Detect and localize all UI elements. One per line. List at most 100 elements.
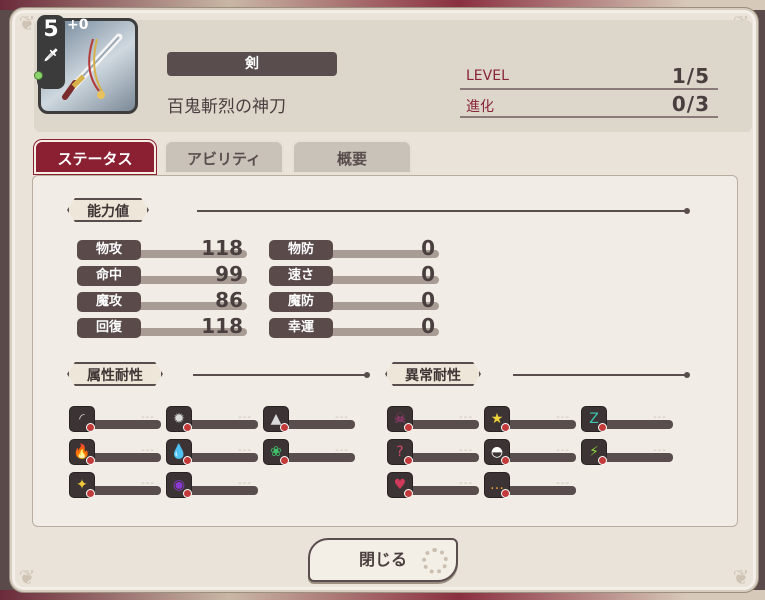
resist-mark: [598, 456, 607, 465]
resist-value: ---: [459, 445, 473, 456]
stat-row: 魔防 0: [269, 288, 439, 312]
resist-item: ❀ ---: [263, 439, 355, 467]
level-label: LEVEL: [466, 68, 509, 84]
weapon-detail-dialog: ❦ ❦ ❦ ❦ 5 🗡 +0 剣 百鬼斬烈の神刀 LEVEL 1/5 進化 0/…: [10, 8, 758, 592]
resist-mark: [501, 489, 510, 498]
section-divider: [193, 372, 370, 378]
level-value: 1/5: [671, 64, 710, 88]
stat-value: 86: [215, 288, 243, 312]
resist-mark: [183, 489, 192, 498]
stat-value: 0: [421, 314, 435, 338]
resist-mark: [86, 489, 95, 498]
sword-type-icon: 🗡: [43, 48, 59, 62]
stat-value: 118: [201, 236, 243, 260]
resist-value: ---: [238, 445, 252, 456]
resist-item: … ---: [484, 472, 576, 500]
resist-item: ◜ ---: [69, 406, 161, 434]
resist-mark: [280, 423, 289, 432]
corner-ornament-icon: ❦: [18, 565, 36, 589]
stat-label: 命中: [77, 266, 141, 286]
resist-mark: [280, 456, 289, 465]
section-divider: [197, 208, 690, 214]
resist-item: 🔥 ---: [69, 439, 161, 467]
resist-value: ---: [556, 478, 570, 489]
stat-row: 幸運 0: [269, 314, 439, 338]
resist-item: 💧 ---: [166, 439, 258, 467]
stat-value: 118: [201, 314, 243, 338]
tab-status[interactable]: ステータス: [34, 140, 156, 174]
weapon-type: 剣: [167, 52, 337, 76]
resist-mark: [404, 489, 413, 498]
plus-value: +0: [67, 17, 89, 33]
resist-item: ? ---: [387, 439, 479, 467]
resist-mark: [501, 423, 510, 432]
sword-icon: [62, 33, 123, 100]
evolution-label: 進化: [466, 99, 494, 115]
resist-value: ---: [556, 445, 570, 456]
stat-label: 物攻: [77, 240, 141, 260]
close-button[interactable]: 閉じる: [308, 538, 458, 582]
level-row: LEVEL 1/5: [460, 62, 718, 90]
corner-ornament-icon: ❦: [732, 565, 750, 589]
rank-value: 5: [43, 17, 59, 42]
resist-item: ☠ ---: [387, 406, 479, 434]
resist-item: ⚡ ---: [581, 439, 673, 467]
stat-value: 0: [421, 288, 435, 312]
stat-value: 0: [421, 262, 435, 286]
resist-value: ---: [141, 445, 155, 456]
resist-value: ---: [238, 478, 252, 489]
stat-label: 回復: [77, 318, 141, 338]
resist-item: ♥ ---: [387, 472, 479, 500]
resist-mark: [86, 423, 95, 432]
stat-row: 回復 118: [77, 314, 247, 338]
stat-row: 魔攻 86: [77, 288, 247, 312]
resist-item: ✦ ---: [69, 472, 161, 500]
evolution-row: 進化 0/3: [460, 90, 718, 118]
stat-label: 速さ: [269, 266, 333, 286]
resist-mark: [86, 456, 95, 465]
weapon-name: 百鬼斬烈の神刀: [167, 97, 286, 117]
stat-row: 物防 0: [269, 236, 439, 260]
resist-item: Z ---: [581, 406, 673, 434]
plus-badge: +0: [67, 17, 88, 33]
resist-value: ---: [459, 412, 473, 423]
resist-value: ---: [653, 445, 667, 456]
resist-value: ---: [335, 445, 349, 456]
resist-value: ---: [141, 478, 155, 489]
resist-item: ◓ ---: [484, 439, 576, 467]
resist-mark: [598, 423, 607, 432]
tab-overview[interactable]: 概要: [292, 140, 412, 174]
resist-value: ---: [459, 478, 473, 489]
resist-value: ---: [653, 412, 667, 423]
stat-label: 物防: [269, 240, 333, 260]
resist-item: ▲ ---: [263, 406, 355, 434]
resist-mark: [183, 456, 192, 465]
stats-section-title: 能力値: [67, 198, 149, 222]
resist-item: ★ ---: [484, 406, 576, 434]
close-button-label: 閉じる: [358, 550, 407, 569]
resist-mark: [404, 423, 413, 432]
stat-row: 速さ 0: [269, 262, 439, 286]
resist-mark: [404, 456, 413, 465]
resist-item: ◉ ---: [166, 472, 258, 500]
stat-label: 魔防: [269, 292, 333, 312]
stat-row: 命中 99: [77, 262, 247, 286]
resist-mark: [501, 456, 510, 465]
status-dot: [34, 71, 43, 80]
element-resist-title: 属性耐性: [67, 362, 163, 386]
evolution-value: 0/3: [671, 92, 710, 116]
status-content: 能力値 物攻 118 命中 99 魔攻 86 回復 118 物防 0 速さ 0 魔防 0 幸運 0 属性耐性…: [32, 175, 738, 527]
resist-value: ---: [141, 412, 155, 423]
resist-value: ---: [335, 412, 349, 423]
gear-icon: [422, 548, 448, 574]
stat-value: 99: [215, 262, 243, 286]
stat-label: 魔攻: [77, 292, 141, 312]
stat-row: 物攻 118: [77, 236, 247, 260]
stat-label: 幸運: [269, 318, 333, 338]
weapon-card: 5 🗡 +0: [34, 15, 138, 114]
stat-value: 0: [421, 236, 435, 260]
resist-mark: [183, 423, 192, 432]
section-divider: [513, 372, 690, 378]
tab-ability[interactable]: アビリティ: [164, 140, 284, 174]
resist-value: ---: [556, 412, 570, 423]
